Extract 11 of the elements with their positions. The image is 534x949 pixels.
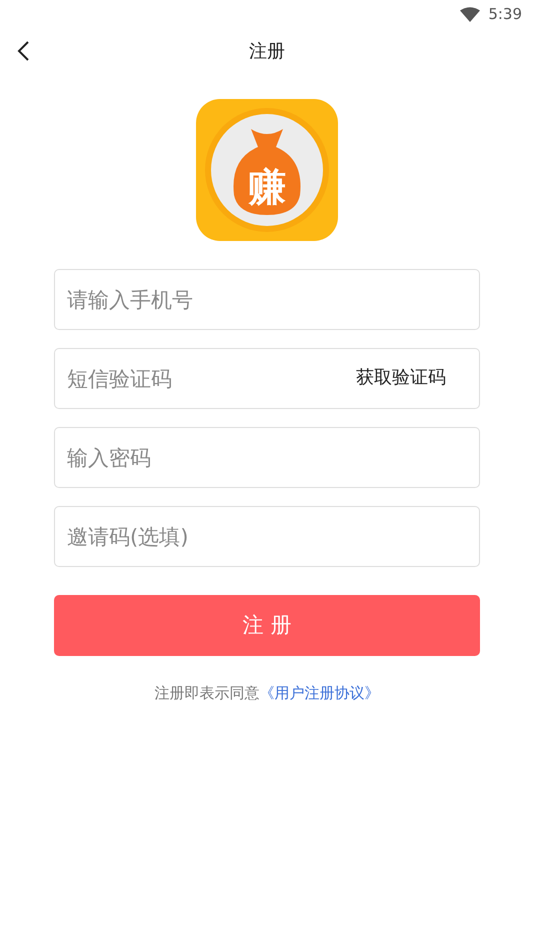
status-time: 5:39 [488, 4, 522, 25]
agreement-text: 注册即表示同意 [154, 684, 260, 702]
app-logo: 赚 [196, 99, 338, 241]
input-field[interactable]: 邀请码(选填) [54, 506, 480, 567]
input-field[interactable]: 请输入手机号 [54, 269, 480, 330]
input-field[interactable]: 输入密码 [54, 427, 480, 488]
wifi-icon [460, 6, 480, 22]
get-code-button[interactable]: 获取验证码 [356, 366, 446, 390]
agreement-link[interactable]: 《用户注册协议》 [260, 684, 380, 702]
page-title: 注册 [249, 40, 285, 64]
register-button[interactable]: 注 册 [54, 595, 480, 656]
